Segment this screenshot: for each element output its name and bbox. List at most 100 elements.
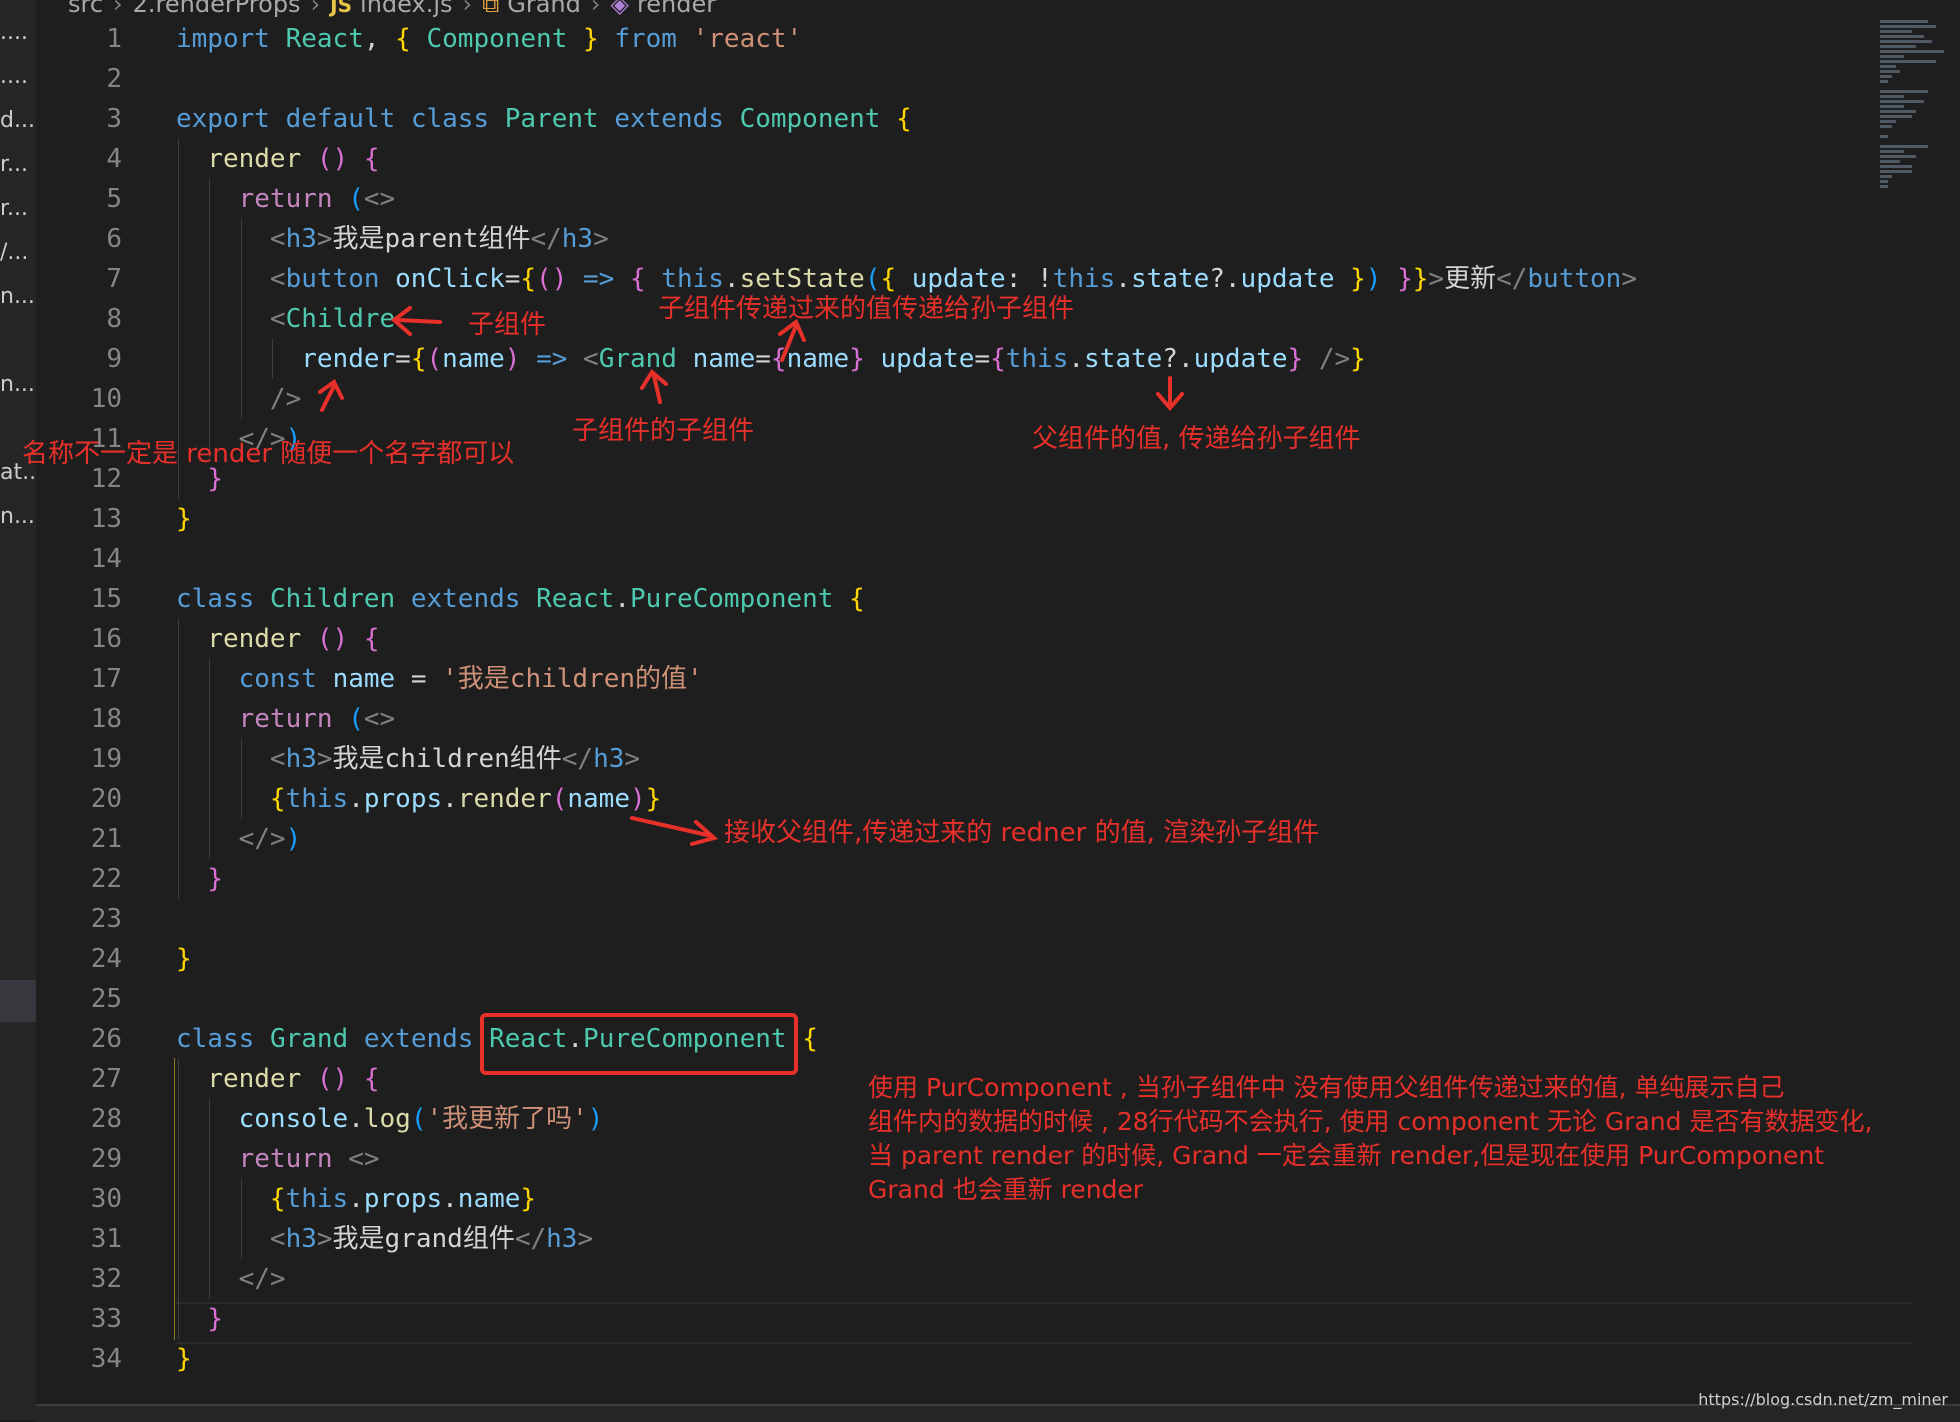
line-number: 32 <box>90 1264 122 1294</box>
code-token: { <box>363 624 380 654</box>
annotation-note-line: Grand 也会重新 render <box>868 1175 1144 1204</box>
line-number: 5 <box>106 184 122 214</box>
code-token: { <box>849 584 865 614</box>
code-token: () <box>536 264 568 294</box>
code-text[interactable]: render={(name) => <Grand name={name} upd… <box>176 339 1366 379</box>
code-text[interactable]: console.log('我更新了吗') <box>176 1099 604 1139</box>
code-text[interactable]: export default class Parent extends Comp… <box>176 99 912 139</box>
code-text[interactable]: const name = '我是children的值' <box>176 659 703 699</box>
code-token: update <box>1193 344 1288 374</box>
explorer-item[interactable]: n... <box>0 372 36 397</box>
code-line: 5 return (<> <box>36 179 1876 219</box>
code-token: () <box>316 624 349 654</box>
horizontal-scrollbar[interactable] <box>36 1404 1960 1422</box>
code-text[interactable]: {this.props.render(name)} <box>176 779 661 819</box>
code-line: 23 <box>36 899 1876 939</box>
code-token: button <box>285 264 380 294</box>
explorer-item[interactable]: .... <box>0 20 36 45</box>
minimap-line <box>1880 75 1892 78</box>
code-token: < <box>269 264 286 294</box>
code-token: Childre <box>285 304 396 334</box>
code-line: 2 <box>36 59 1876 99</box>
code-token: { <box>990 344 1006 374</box>
code-text[interactable]: } <box>176 1339 192 1379</box>
explorer-item[interactable]: /... <box>0 240 36 265</box>
code-line: 22 } <box>36 859 1876 899</box>
annotation-pass-to-grandchild: 子组件传递过来的值传递给孙子组件 <box>658 294 1075 324</box>
code-token: return <box>238 704 333 734</box>
annotation-receive-parent: 接收父组件,传递过来的 redner 的值, 渲染孙子组件 <box>724 818 1320 848</box>
explorer-item[interactable]: n... <box>0 504 36 529</box>
line-number: 7 <box>106 264 122 294</box>
code-token: => <box>583 264 615 294</box>
code-token: < <box>269 1224 286 1254</box>
line-number: 15 <box>90 584 122 614</box>
code-text[interactable]: render () { <box>176 619 380 659</box>
indent-guide <box>209 779 211 819</box>
code-token: class <box>410 104 490 134</box>
code-line: 14 <box>36 539 1876 579</box>
code-token: ) <box>1365 264 1382 294</box>
code-token: { <box>802 1024 818 1054</box>
annotation-note-line: 使用 PurComponent , 当孙子组件中 没有使用父组件传递过来的值, … <box>868 1073 1785 1102</box>
code-token: '我更新了吗' <box>426 1104 588 1134</box>
code-text[interactable]: render () { <box>176 139 379 179</box>
code-token: return <box>238 1144 333 1174</box>
code-text[interactable]: } <box>176 1299 223 1339</box>
code-token: } <box>207 1304 223 1334</box>
code-text[interactable]: } <box>176 859 223 899</box>
indent-guide <box>209 219 211 259</box>
explorer-item[interactable]: r... <box>0 196 36 221</box>
code-text[interactable]: <h3>我是grand组件</h3> <box>176 1219 593 1259</box>
minimap-line <box>1880 155 1916 158</box>
minimap-line <box>1880 165 1912 168</box>
indent-guide <box>240 379 242 419</box>
code-line: 31 <h3>我是grand组件</h3> <box>36 1219 1876 1259</box>
explorer-item[interactable]: d... <box>0 108 36 133</box>
minimap[interactable] <box>1880 18 1960 188</box>
code-text[interactable]: return <> <box>176 1139 380 1179</box>
code-text[interactable]: {this.props.name} <box>176 1179 536 1219</box>
indent-guide <box>178 619 179 659</box>
code-text[interactable]: <h3>我是children组件</h3> <box>176 739 640 779</box>
indent-guide <box>178 1099 179 1139</box>
code-token: } <box>176 1344 192 1374</box>
indent-guide <box>209 379 211 419</box>
code-text[interactable]: class Children extends React.PureCompone… <box>176 579 865 619</box>
line-number: 4 <box>106 144 122 174</box>
explorer-item[interactable]: .... <box>0 64 36 89</box>
line-number: 1 <box>106 24 122 54</box>
code-text[interactable]: </> <box>176 1259 286 1299</box>
indent-guide <box>178 1219 179 1259</box>
code-text[interactable]: /> <box>176 379 301 419</box>
code-line: 1 import React, { Component } from 'react… <box>36 19 1876 59</box>
code-text[interactable]: </>) <box>176 819 302 859</box>
code-text[interactable]: } <box>176 499 192 539</box>
indent-guide <box>209 179 211 219</box>
code-token: > <box>1621 264 1637 294</box>
explorer-item[interactable]: n... <box>0 284 36 309</box>
indent-guide <box>209 1219 211 1259</box>
explorer-item[interactable]: r... <box>0 152 36 177</box>
code-text[interactable]: } <box>176 939 192 979</box>
code-text[interactable]: render () { <box>176 1059 379 1099</box>
code-token: . <box>348 1184 364 1214</box>
code-token: render <box>301 344 396 374</box>
code-token: < <box>269 224 286 254</box>
code-text[interactable]: import React, { Component } from 'react' <box>176 19 802 59</box>
code-token: = <box>395 344 411 374</box>
indent-guide <box>178 1259 179 1299</box>
code-token: => <box>536 344 568 374</box>
code-token: <> <box>363 184 396 214</box>
code-token: ) <box>587 1104 604 1134</box>
indent-guide <box>240 299 242 339</box>
